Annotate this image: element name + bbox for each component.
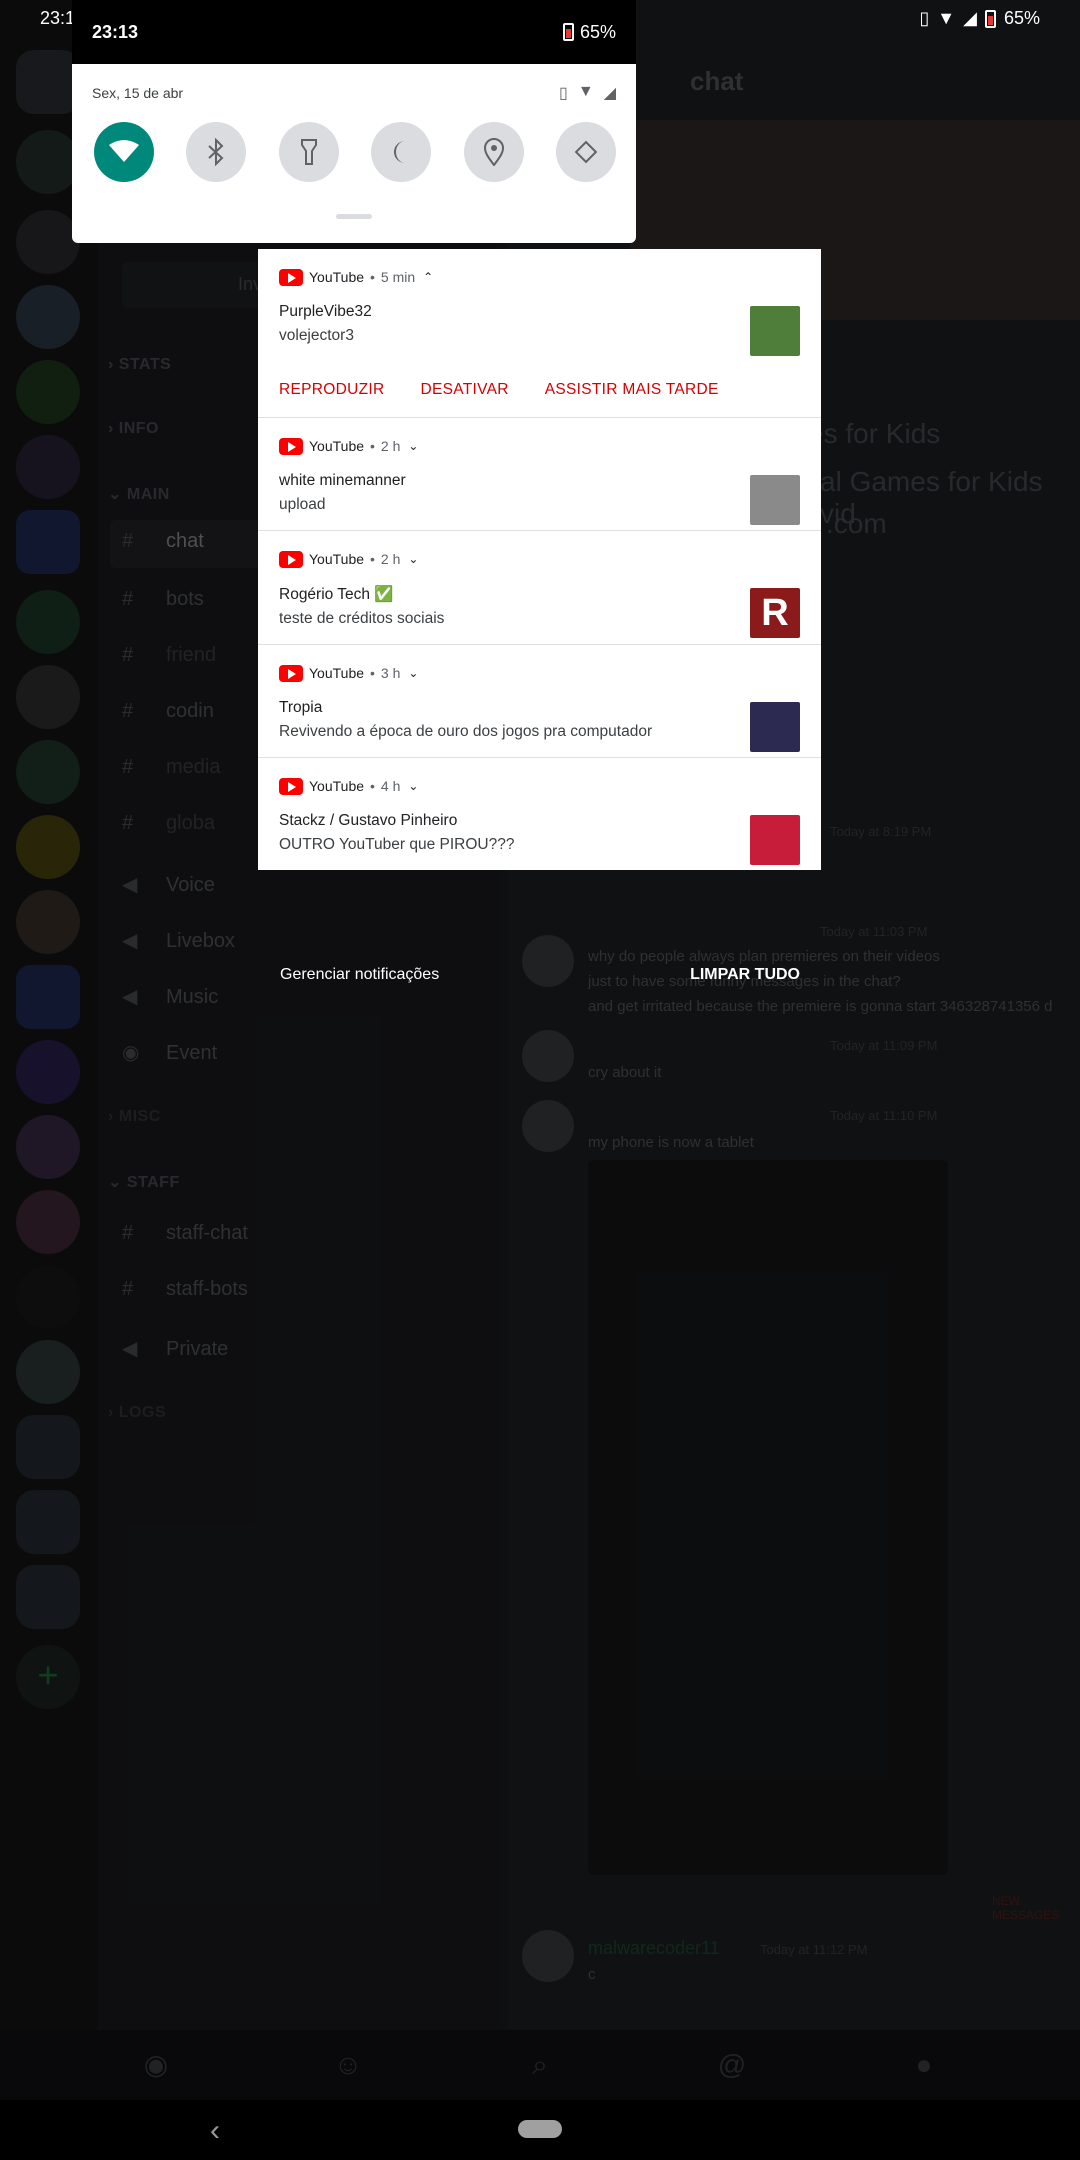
notification-title: PurpleVibe32	[279, 303, 372, 320]
notification-card[interactable]: YouTube • 3 h ⌄ Tropia Revivendo a época…	[258, 645, 821, 758]
app-name: YouTube	[309, 269, 365, 285]
flashlight-tile[interactable]	[278, 122, 339, 182]
dot-separator: •	[370, 665, 375, 681]
battery-icon	[562, 23, 574, 41]
clear-all-button[interactable]: LIMPAR TUDO	[690, 966, 800, 984]
battery-percent: 65%	[1003, 8, 1040, 28]
notification-time: 3 h	[380, 665, 401, 681]
play-action-button[interactable]: REPRODUZIR	[279, 381, 384, 399]
vibrate-icon: ▯	[919, 8, 930, 28]
wifi-status-icon: ▼	[577, 83, 594, 100]
notification-header: YouTube • 5 min ⌃	[279, 267, 801, 287]
notification-header: YouTube • 2 h ⌄	[279, 436, 801, 456]
wifi-status-icon: ▼	[937, 8, 956, 28]
notification-header: YouTube • 4 h ⌄	[279, 776, 801, 796]
chevron-down-icon[interactable]: ⌄	[408, 439, 418, 453]
notification-thumbnail	[750, 475, 800, 525]
bluetooth-icon	[208, 138, 224, 166]
battery-icon	[984, 9, 996, 28]
youtube-icon	[279, 777, 303, 795]
notification-actions: REPRODUZIR DESATIVAR ASSISTIR MAIS TARDE	[279, 381, 801, 399]
qs-drag-handle[interactable]	[336, 214, 372, 219]
notification-text: upload	[279, 496, 326, 513]
auto-rotate-icon	[574, 140, 598, 164]
dot-separator: •	[370, 551, 375, 567]
wifi-tile[interactable]	[94, 122, 154, 182]
qs-tiles	[72, 108, 636, 182]
disable-action-button[interactable]: DESATIVAR	[420, 381, 508, 399]
battery-status: 65%	[562, 21, 616, 43]
notification-title: Stackz / Gustavo Pinheiro	[279, 812, 458, 829]
notification-text: volejector3	[279, 327, 354, 344]
location-icon	[483, 138, 504, 166]
night-mode-icon	[394, 141, 406, 163]
location-tile[interactable]	[463, 122, 524, 182]
youtube-icon	[279, 664, 303, 682]
notification-title: Tropia	[279, 699, 323, 716]
status-bar-right: ▯ ▼ ◢ 65%	[919, 8, 1040, 29]
notification-title: Rogério Tech ✅	[279, 586, 394, 603]
notification-list: YouTube • 5 min ⌃ PurpleVibe32 volejecto…	[258, 249, 821, 870]
notification-header: YouTube • 3 h ⌄	[279, 663, 801, 683]
youtube-icon	[279, 437, 303, 455]
home-pill-icon[interactable]	[518, 2120, 562, 2138]
dot-separator: •	[370, 438, 375, 454]
signal-icon: ◢	[603, 85, 616, 102]
notification-header: YouTube • 2 h ⌄	[279, 549, 801, 569]
notification-card[interactable]: YouTube • 2 h ⌄ Rogério Tech ✅ teste de …	[258, 531, 821, 645]
battery-percent: 65%	[579, 21, 616, 42]
dot-separator: •	[370, 778, 375, 794]
watch-later-action-button[interactable]: ASSISTIR MAIS TARDE	[545, 381, 719, 399]
notification-card[interactable]: YouTube • 5 min ⌃ PurpleVibe32 volejecto…	[258, 249, 821, 418]
chevron-down-icon[interactable]: ⌄	[408, 779, 418, 793]
chevron-down-icon[interactable]: ⌄	[408, 666, 418, 680]
notification-thumbnail: R	[750, 588, 800, 638]
chevron-down-icon[interactable]: ⌄	[408, 552, 418, 566]
app-name: YouTube	[309, 438, 365, 454]
app-name: YouTube	[309, 665, 365, 681]
youtube-icon	[279, 268, 303, 286]
notification-text: teste de créditos sociais	[279, 610, 445, 627]
chevron-up-icon[interactable]: ⌃	[423, 270, 433, 284]
flashlight-icon	[300, 139, 317, 165]
notification-thumbnail	[750, 306, 800, 356]
auto-rotate-tile[interactable]	[555, 122, 616, 182]
night-mode-tile[interactable]	[371, 122, 432, 182]
notification-text: Revivendo a época de ouro dos jogos pra …	[279, 723, 653, 740]
notification-card[interactable]: YouTube • 4 h ⌄ Stackz / Gustavo Pinheir…	[258, 758, 821, 870]
date-label: Sex, 15 de abr	[92, 85, 184, 101]
manage-notifications-button[interactable]: Gerenciar notificações	[280, 966, 439, 984]
notification-time: 5 min	[380, 269, 416, 285]
notification-text: OUTRO YouTuber que PIROU???	[279, 836, 515, 853]
app-name: YouTube	[309, 551, 365, 567]
back-icon[interactable]: ‹	[210, 2114, 220, 2148]
wifi-icon	[109, 140, 139, 162]
notification-card[interactable]: YouTube • 2 h ⌄ white minemanner upload	[258, 418, 821, 531]
notification-time: 4 h	[380, 778, 401, 794]
notification-thumbnail	[750, 702, 800, 752]
notification-thumbnail	[750, 815, 800, 865]
signal-icon: ◢	[963, 8, 977, 28]
bluetooth-tile[interactable]	[186, 122, 247, 182]
app-name: YouTube	[309, 778, 365, 794]
notification-title: white minemanner	[279, 472, 406, 489]
notification-time: 2 h	[380, 551, 401, 567]
youtube-icon	[279, 550, 303, 568]
qs-date-row: Sex, 15 de abr ▯ ▼ ◢	[72, 64, 636, 108]
qs-system-icons: ▯ ▼ ◢	[559, 83, 616, 103]
notification-footer: Gerenciar notificações LIMPAR TUDO	[280, 966, 800, 984]
notification-time: 2 h	[380, 438, 401, 454]
status-time: 23:13	[92, 21, 139, 42]
qs-status-bar: 23:13 65%	[72, 0, 636, 64]
quick-settings-panel: 23:13 65% Sex, 15 de abr ▯ ▼ ◢	[72, 0, 636, 243]
dot-separator: •	[370, 269, 375, 285]
vibrate-icon: ▯	[559, 85, 568, 102]
